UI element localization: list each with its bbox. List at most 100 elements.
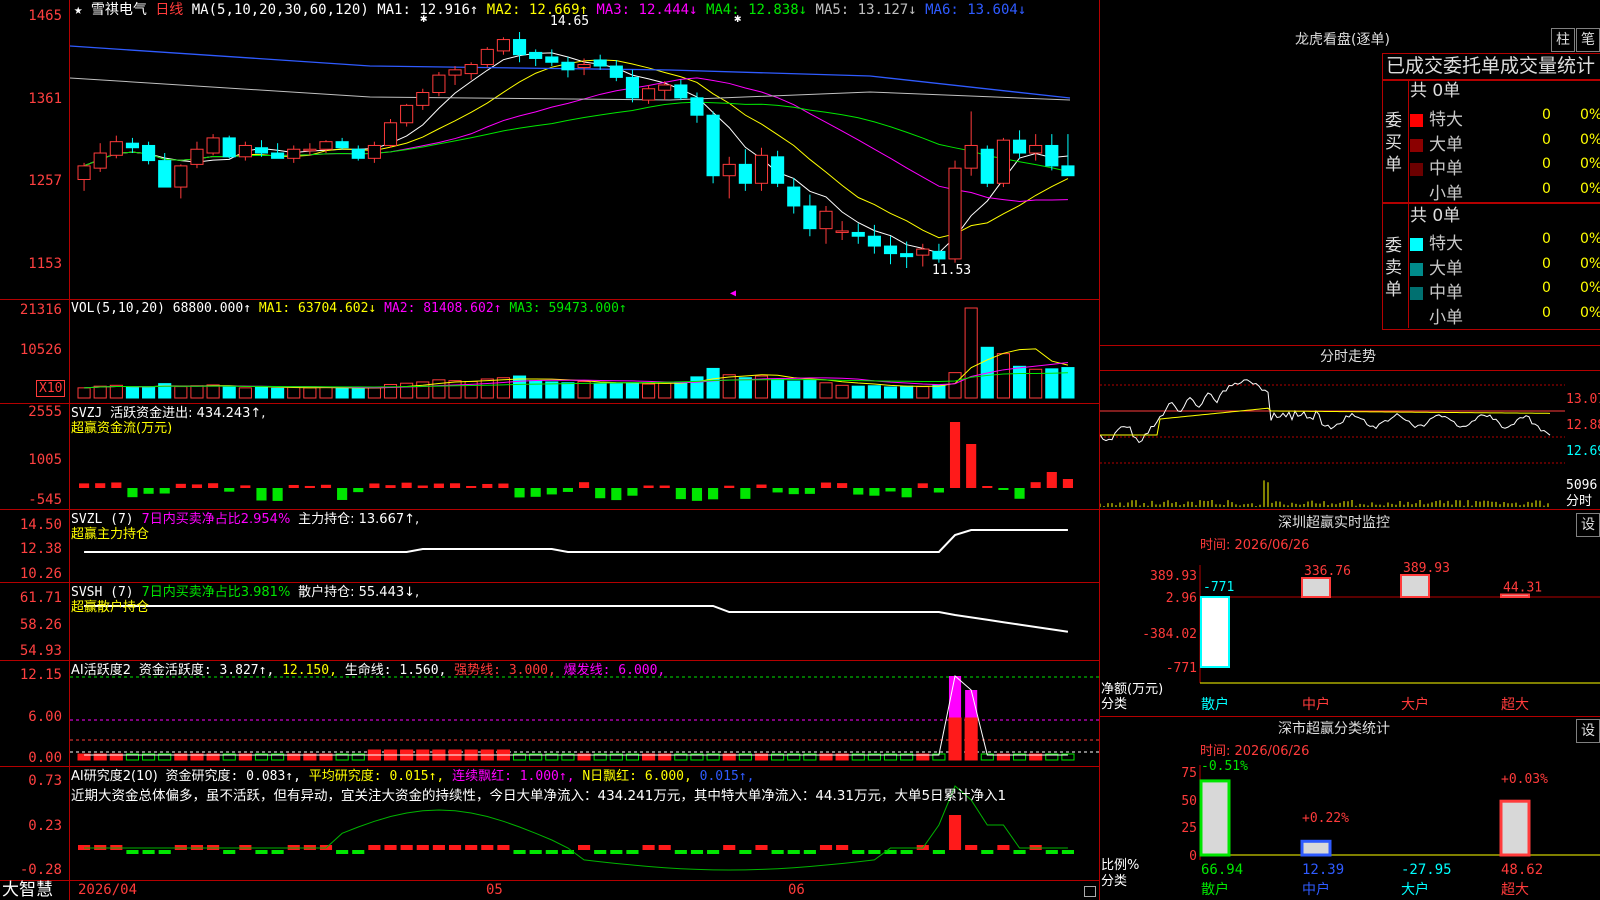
candle-body (513, 40, 525, 55)
ai-res-legend: 资金研究度: 0.083↑, 平均研究度: 0.015↑, 连续飘红: 1.00… (166, 769, 755, 784)
ai-act-header: AI活跃度2 资金活跃度: 3.827↑, 12.150, 生命线: 1.560… (71, 663, 665, 678)
research-bar (513, 850, 525, 854)
side-divider (1408, 79, 1409, 328)
research-bar (1013, 850, 1025, 854)
svzj-item: 活跃资金进出: 434.243↑, (110, 406, 265, 421)
research-bar (755, 845, 767, 850)
sell-side-label: 委卖单 (1385, 235, 1405, 301)
candle-body (578, 65, 590, 68)
flow-bar (821, 483, 831, 488)
volume-bar (643, 384, 655, 398)
period-label[interactable]: 日线 (155, 2, 183, 18)
research-bar (965, 845, 977, 850)
lock-icon[interactable] (1084, 886, 1096, 897)
monitor-value-label: 389.93 (1403, 561, 1450, 576)
intraday-avg-line (1100, 408, 1550, 435)
flow-bar (289, 485, 299, 488)
sz-class-settings-button[interactable]: 设 (1576, 719, 1600, 743)
intraday-footer: 分时 (1566, 494, 1592, 509)
ai-res-legend-item-3: N日飘红: 6.000, (575, 769, 692, 784)
retail-holding-line (84, 606, 1068, 632)
kline-chart[interactable]: ✱ ✱◀ (70, 0, 1099, 900)
flow-bar (595, 488, 605, 498)
flow-bar (1014, 488, 1024, 499)
flow-bar (982, 486, 992, 488)
candle-body (288, 149, 300, 158)
flow-bar (531, 488, 541, 497)
volume-bar (772, 379, 784, 398)
volume-bar (949, 373, 961, 398)
class-value-label: 66.94 (1201, 862, 1243, 878)
flow-bar (756, 485, 766, 488)
intraday-tick: 13.07 (1566, 392, 1600, 407)
volume-ma-line (84, 349, 1068, 388)
favorite-star-icon[interactable]: ★ (74, 2, 82, 18)
sz-monitor-settings-button[interactable]: 设 (1576, 513, 1600, 537)
sz-class-chart: 7550250-0.51%66.94散户+0.22%12.39中户-27.95大… (1100, 760, 1600, 900)
flow-bar (385, 485, 395, 488)
volume-bar (497, 378, 509, 398)
candle-body (368, 145, 380, 158)
order-type-label: 中单 (1429, 283, 1463, 303)
svzl-header: SVZL (7) 7日内买卖净占比2.954% 主力持仓: 13.667↑, (71, 512, 419, 527)
ma-line (70, 46, 1070, 98)
research-bar (901, 850, 913, 854)
vol-legend-item-3: MA3: 59473.000↑ (502, 301, 627, 316)
vol-params: VOL(5,10,20) (71, 301, 165, 316)
intraday-chart[interactable] (1100, 371, 1565, 509)
research-bar (530, 850, 542, 854)
monitor-bar (1201, 597, 1229, 667)
monitor-tick: -771 (1166, 661, 1197, 676)
bar-mode-button[interactable]: 柱 (1551, 28, 1575, 52)
sz-monitor-category-label: 分类 (1101, 697, 1127, 712)
price-tick: 1361 (0, 91, 62, 107)
research-bar (659, 845, 671, 850)
candle-body (126, 143, 138, 148)
flow-bar (918, 483, 928, 488)
order-pct: 0% (1580, 132, 1600, 148)
monitor-value-label: 44.31 (1503, 581, 1542, 596)
order-type-label: 大单 (1429, 259, 1463, 279)
order-row: 特大 0 0% (1410, 105, 1463, 130)
class-bar (1302, 841, 1330, 855)
ai-act-legend-item-0: 资金活跃度: 3.827↑, (139, 663, 274, 678)
tick-mode-button[interactable]: 笔 (1576, 28, 1600, 52)
candle-body (255, 148, 267, 153)
order-count: 0 (1542, 280, 1551, 296)
class-tick: 25 (1181, 821, 1197, 836)
research-bar (578, 845, 590, 850)
order-count: 0 (1542, 231, 1551, 247)
ai-act-legend-item-4: 爆发线: 6.000, (556, 663, 665, 678)
svzj-title: SVZJ (71, 406, 102, 421)
color-swatch (1410, 312, 1423, 325)
ai-act-tick: 0.00 (0, 750, 62, 766)
volume-bar (94, 386, 106, 398)
research-bar (723, 845, 735, 850)
flow-bar (789, 488, 799, 494)
candle-body (78, 166, 90, 180)
price-tick: 1257 (0, 173, 62, 189)
flow-bar (176, 484, 186, 488)
volume-bar (1062, 368, 1074, 398)
flow-bar (885, 488, 895, 491)
vol-header: VOL(5,10,20) 68800.000↑ MA1: 63704.602↓ … (71, 301, 627, 316)
order-pct: 0% (1580, 305, 1600, 321)
flow-bar (708, 488, 718, 499)
color-swatch (1410, 287, 1423, 300)
flow-bar (111, 482, 121, 488)
flow-bar (240, 485, 250, 488)
volume-bar (288, 387, 300, 398)
research-bar (868, 850, 880, 854)
volume-bar (223, 387, 235, 398)
order-type-label: 中单 (1429, 159, 1463, 179)
candle-body (336, 142, 348, 148)
svsh-subtitle: 超赢散户持仓 (71, 600, 149, 615)
candle-body (320, 142, 332, 150)
flow-bar (692, 488, 702, 501)
svzj-tick: 2555 (0, 404, 62, 420)
candle-body (965, 145, 977, 168)
ai-res-tick: -0.28 (0, 862, 62, 878)
order-row: 中单 0 0% (1410, 278, 1463, 303)
vol-legend-item-1: MA1: 63704.602↓ (251, 301, 376, 316)
research-bar (594, 850, 606, 854)
